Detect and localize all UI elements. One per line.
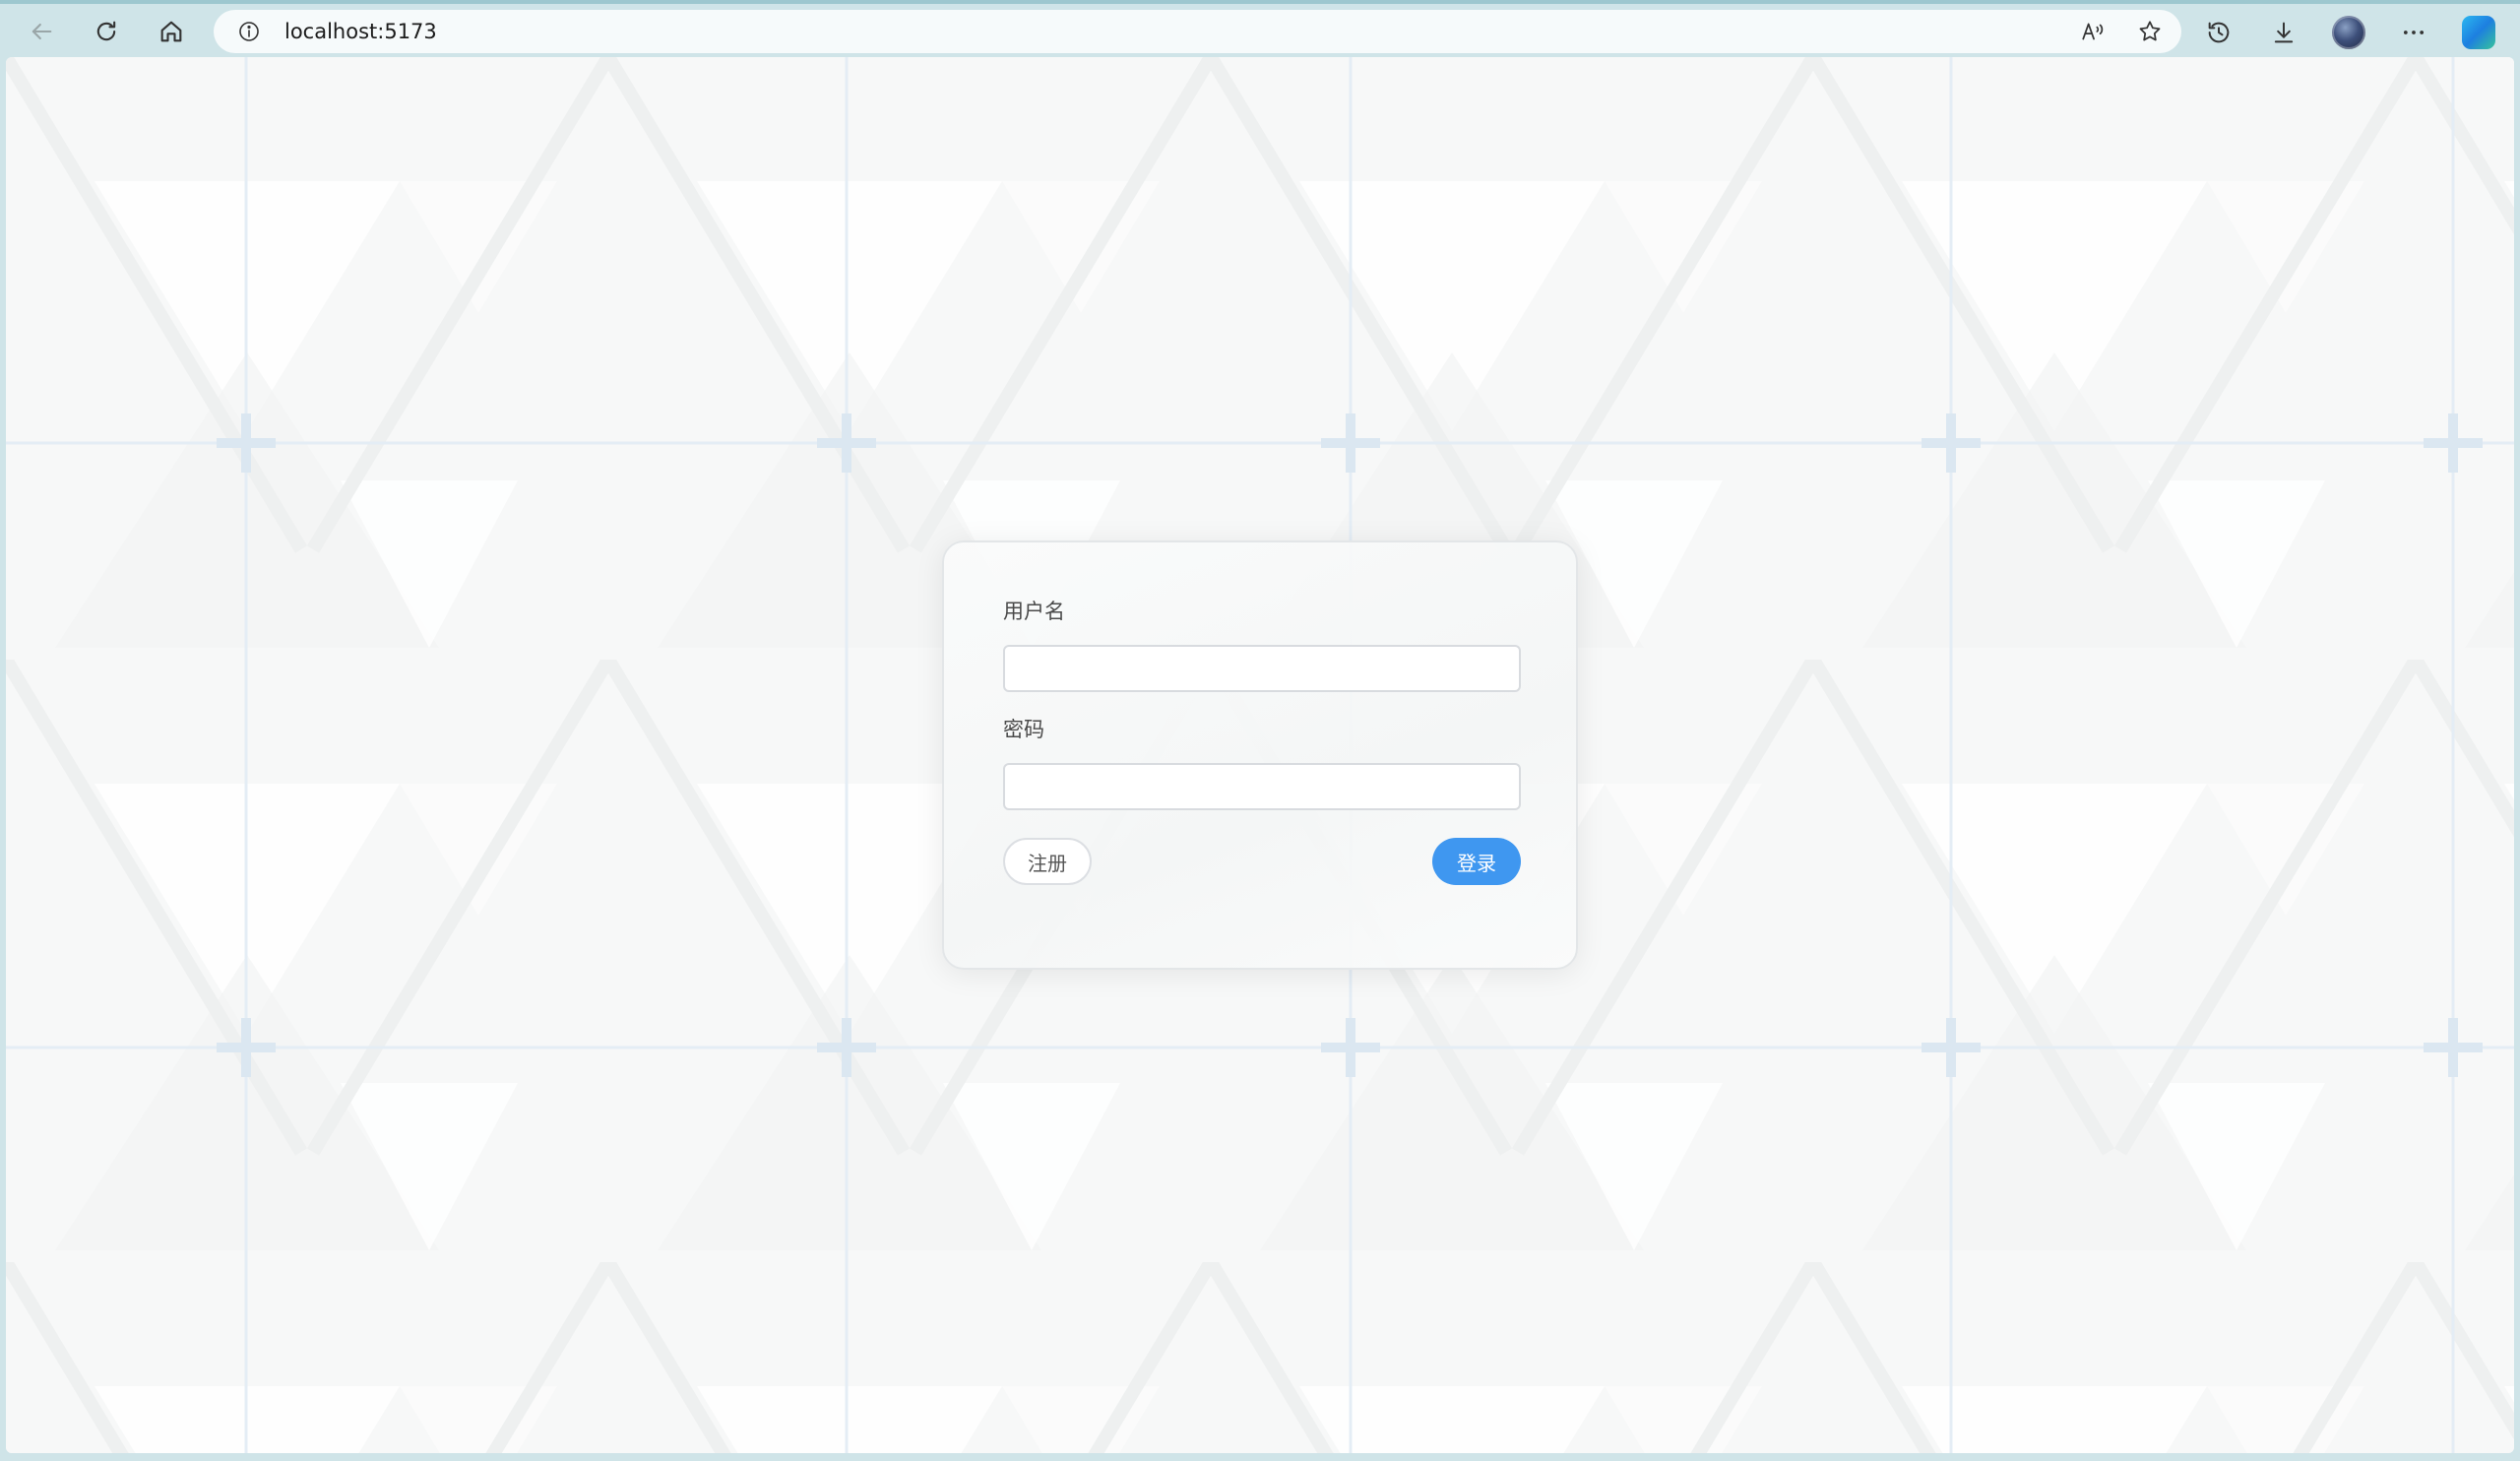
profile-button[interactable] [2327,12,2370,53]
refresh-button[interactable] [87,14,126,49]
star-icon [2139,21,2161,41]
avatar [2332,16,2365,49]
register-button[interactable]: 注册 [1003,838,1092,885]
password-input[interactable] [1003,763,1521,810]
address-bar[interactable]: localhost:5173 [214,10,2181,53]
username-label: 用户名 [1003,600,1065,623]
copilot-icon [2462,16,2495,49]
browser-toolbar: localhost:5173 [0,0,2520,57]
home-button[interactable] [152,14,191,49]
site-info-button[interactable] [235,18,263,45]
history-icon [2208,22,2230,43]
back-arrow-icon [32,23,52,40]
read-aloud-button[interactable] [2077,16,2109,47]
login-button[interactable]: 登录 [1432,838,1521,885]
copilot-button[interactable] [2457,12,2500,53]
back-button[interactable] [22,14,61,49]
refresh-icon [96,21,116,41]
page-viewport: 用户名 密码 注册 登录 [6,57,2514,1453]
url-text[interactable]: localhost:5173 [284,10,437,53]
history-button[interactable] [2197,12,2240,53]
more-icon [2403,31,2425,34]
username-input[interactable] [1003,645,1521,692]
favorite-button[interactable] [2134,16,2166,47]
login-form: 用户名 密码 注册 登录 [942,540,1578,970]
home-icon [160,21,182,42]
read-aloud-icon [2082,23,2104,40]
info-icon [239,22,259,41]
more-button[interactable] [2392,12,2435,53]
download-button[interactable] [2262,12,2305,53]
password-label: 密码 [1003,718,1044,741]
download-icon [2274,22,2294,43]
